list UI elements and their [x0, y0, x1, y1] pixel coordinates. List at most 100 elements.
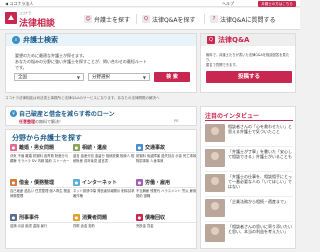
- category-1[interactable]: ● 離婚・男女問題 浮気 不倫 離婚 慰謝料 養育費 財産分与 親権 モラハラ DV…: [10, 143, 72, 163]
- work-icon: ●: [136, 179, 143, 186]
- interview-title: 注目のインタビュー: [205, 113, 260, 120]
- logo-text[interactable]: 法律相談: [19, 16, 55, 29]
- breadcrumb-link[interactable]: ◀ ココナラ法人: [5, 1, 33, 7]
- qa-description: 無料で、弁護士たちが書いた法律Q&Aを相談回答を見たり、 匿名で質問できます。: [206, 53, 290, 67]
- interview-headline[interactable]: 相談者さんの「心を救わせたい」と思える弁護士で気づいたこと: [228, 124, 294, 134]
- chevron-down-icon: ▼: [76, 75, 80, 80]
- police-icon: ●: [10, 214, 17, 221]
- interview-item[interactable]: 「弁護士の仕事を、相談相手にとって一番必要な人の「いてほしい」ではない: [205, 174, 295, 194]
- category-title[interactable]: 離婚・男女問題: [19, 144, 54, 151]
- family-icon: ●: [73, 144, 80, 151]
- question-icon: ?: [210, 15, 218, 23]
- interview-item[interactable]: 「企業法務から相続・遺産まで」: [205, 199, 295, 219]
- yen-icon: ●: [10, 179, 17, 186]
- category-links[interactable]: 不当解雇 残業代 ハラスメント 労災 雇用契約 退職: [136, 189, 198, 198]
- category-links[interactable]: 詐欺 返金 契約: [73, 224, 135, 229]
- interview-headline[interactable]: 「弁護士が丁寧」を書いた「安心して相談できる」弁護士がいることも: [228, 149, 294, 159]
- category-title[interactable]: 交通事故: [145, 144, 165, 151]
- category-8[interactable]: ● 消費者問題 詐欺 返金 契約: [73, 213, 135, 229]
- interview-title-underline: [205, 120, 293, 121]
- search-button[interactable]: 検 索: [154, 72, 190, 82]
- category-2[interactable]: ● 相続・遺産 遺言 遺産分割 遺留分 相続放棄 相続人 相続財産 成年後見 遺言書: [73, 143, 135, 163]
- interview-headline[interactable]: 「弁護士の仕事を、相談相手にとって一番必要な人の「いてほしい」ではない: [228, 174, 294, 189]
- interview-panel: 注目のインタビュー 相談者さんの「心を救わせたい」と思える弁護士で気づいたこと「…: [200, 106, 296, 249]
- category-title[interactable]: 刑事事件: [19, 214, 39, 221]
- nav-label: 法律Q&Aを探す: [152, 16, 196, 24]
- heart-icon: ●: [10, 144, 17, 151]
- interview-divider: [205, 221, 293, 222]
- nav-divider: [204, 14, 205, 24]
- lawyer-search-title: 弁護士検索: [23, 36, 58, 44]
- category-header[interactable]: ● 消費者問題: [73, 213, 135, 223]
- coin-icon: ●: [136, 214, 143, 221]
- nav-find-lawyer[interactable]: ☺ 弁護士を探す: [84, 13, 130, 25]
- lawyer-photo[interactable]: [205, 224, 225, 242]
- category-links[interactable]: 慰謝料 後遺障害 過失割合 示談 死亡事故 物損事故 人身事故: [136, 154, 198, 163]
- lawyer-photo[interactable]: [205, 124, 225, 142]
- nav-divider: [136, 14, 137, 24]
- post-question-button[interactable]: 投稿する: [206, 71, 292, 83]
- field-select[interactable]: 分野選択 ▼: [88, 73, 150, 81]
- logo-icon[interactable]: [5, 12, 17, 24]
- category-header[interactable]: ● 借金・債務整理: [10, 178, 72, 188]
- nav-ask-question[interactable]: ? 法律Q&Aに質問する: [210, 13, 276, 25]
- category-title[interactable]: 相続・遺産: [82, 144, 107, 151]
- category-links[interactable]: 売掛金 貸金: [136, 224, 198, 229]
- lawyer-search-header: ⌕ 弁護士検索: [6, 34, 196, 46]
- yen-icon: ¥: [10, 110, 17, 117]
- service-note: ココナラ法律相談は司法書士事務所と法律Q&Aのサービスになります。あなたの法律問…: [5, 96, 160, 100]
- category-title[interactable]: 消費者問題: [82, 214, 107, 221]
- help-link[interactable]: ヘルプ: [222, 1, 234, 7]
- category-links[interactable]: 自己破産 過払い 任意整理 個人再生 闇金 債務整理: [10, 189, 72, 198]
- category-header[interactable]: ● 離婚・男女問題: [10, 143, 72, 153]
- category-links[interactable]: 浮気 不倫 離婚 慰謝料 養育費 財産分与 親権 モラハラ DV 内縁 婚約 ス…: [10, 154, 72, 163]
- category-title[interactable]: 労働・雇用: [145, 179, 170, 186]
- field-section-title: 分野から弁護士を探す: [12, 134, 82, 142]
- lawyer-search-panel: ⌕ 弁護士検索 要望のために最適な弁護士が探せます。 あなたの悩みの分野に強い弁…: [5, 33, 197, 93]
- chevron-down-icon: ▼: [142, 75, 146, 80]
- category-title[interactable]: 借金・債務整理: [19, 179, 54, 186]
- category-links[interactable]: 遺言 遺産分割 遺留分 相続放棄 相続人 相続財産 成年後見 遺言書: [73, 154, 135, 163]
- category-title[interactable]: インターネット: [82, 179, 117, 186]
- debt-banner[interactable]: ¥ 自己破産と借金を減らす希のローン 任意整理の無料で解決！: [5, 106, 197, 126]
- lawyer-photo[interactable]: [205, 199, 225, 217]
- category-7[interactable]: ● 刑事事件 逮捕 示談 痴漢 盗撮 暴行: [10, 213, 72, 229]
- category-links[interactable]: 逮捕 示談 痴漢 盗撮 暴行: [10, 224, 72, 229]
- category-4[interactable]: ● 借金・債務整理 自己破産 過払い 任意整理 個人再生 闇金 債務整理: [10, 178, 72, 198]
- category-3[interactable]: ● 交通事故 慰謝料 後遺障害 過失割合 示談 死亡事故 物損事故 人身事故: [136, 143, 198, 163]
- banner-title: 自己破産と借金を減らす希のローン: [19, 111, 115, 118]
- category-header[interactable]: ● 交通事故: [136, 143, 198, 153]
- lawyer-photo[interactable]: [205, 149, 225, 167]
- interview-item[interactable]: 「弁護士が丁寧」を書いた「安心して相談できる」弁護士がいることも: [205, 149, 295, 169]
- interview-item[interactable]: 「相談者さんの思いに寄り添いたいと思い、本当の利益を考えたい」: [205, 224, 295, 244]
- person-icon: ☺: [84, 15, 92, 23]
- site-header: ココナラ 法律相談 ☺ 弁護士を探す Q 法律Q&Aを探す ? 法律Q&Aに質問…: [0, 8, 300, 30]
- category-title[interactable]: 債権回収: [145, 214, 165, 221]
- category-header[interactable]: ● 刑事事件: [10, 213, 72, 223]
- qa-title: 法律Q&A: [218, 36, 250, 44]
- category-6[interactable]: ● 労働・雇用 不当解雇 残業代 ハラスメント 労災 雇用契約 退職: [136, 178, 198, 198]
- qa-header: Q 法律Q&A: [201, 34, 295, 46]
- interview-headline[interactable]: 「相談者さんの思いに寄り添いたいと思い、本当の利益を考えたい」: [228, 224, 294, 234]
- category-header[interactable]: ● インターネット: [73, 178, 135, 188]
- nav-label: 法律Q&Aに質問する: [220, 16, 276, 24]
- category-5[interactable]: ● インターネット ネット誹謗中傷 発信者情報開示 削除請求 著作権: [73, 178, 135, 198]
- category-9[interactable]: ● 債権回収 売掛金 貸金: [136, 213, 198, 229]
- top-bar: ◀ ココナラ法人 ヘルプ 弁護士の方はこちら: [0, 0, 300, 7]
- category-header[interactable]: ● 債権回収: [136, 213, 198, 223]
- interview-item[interactable]: 相談者さんの「心を救わせたい」と思える弁護士で気づいたこと: [205, 124, 295, 144]
- interview-headline[interactable]: 「企業法務から相続・遺産まで」: [228, 199, 294, 204]
- interview-divider: [205, 171, 293, 172]
- category-header[interactable]: ● 労働・雇用: [136, 178, 198, 188]
- nav-find-qa[interactable]: Q 法律Q&Aを探す: [142, 13, 196, 25]
- car-icon: ●: [136, 144, 143, 151]
- nav-label: 弁護士を探す: [94, 16, 131, 24]
- category-links[interactable]: ネット誹謗中傷 発信者情報開示 削除請求 著作権: [73, 189, 135, 198]
- interview-divider: [205, 146, 293, 147]
- category-header[interactable]: ● 相続・遺産: [73, 143, 135, 153]
- lawyer-photo[interactable]: [205, 174, 225, 192]
- lawyer-search-description: 要望のために最適な弁護士が探せます。 あなたの悩みの分野に強い弁護士を探すことが…: [15, 53, 147, 70]
- region-select[interactable]: 全国 ▼: [14, 73, 84, 81]
- field-section: 分野から弁護士を探す ● 離婚・男女問題 浮気 不倫 離婚 慰謝料 養育費 財産分与…: [5, 129, 198, 249]
- lawyer-login-button[interactable]: 弁護士の方はこちら: [258, 1, 296, 7]
